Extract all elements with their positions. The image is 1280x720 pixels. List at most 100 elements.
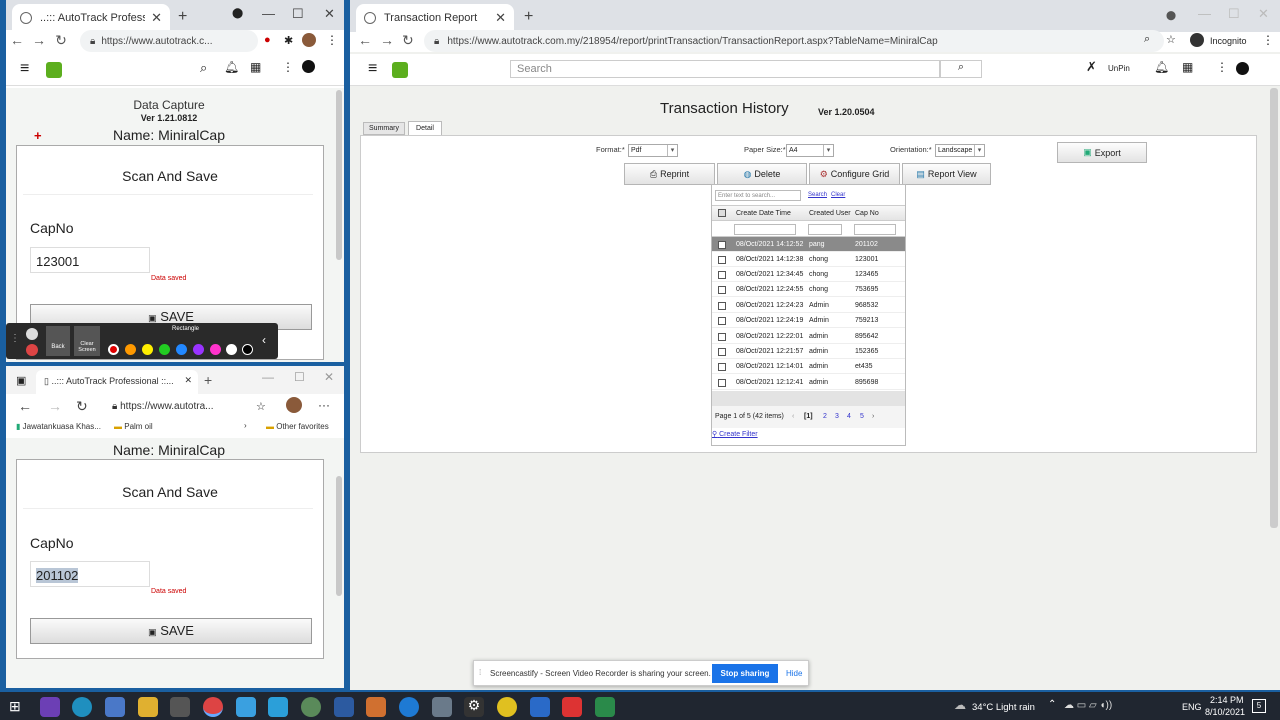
more-icon[interactable]: ···: [318, 398, 330, 412]
app-icon[interactable]: [301, 697, 321, 717]
favorite-icon[interactable]: ☆: [256, 400, 266, 413]
grid-clear-link[interactable]: Clear: [831, 192, 845, 198]
puzzle-icon[interactable]: ✱: [284, 34, 293, 47]
color-pink[interactable]: [210, 344, 221, 355]
pager-prev[interactable]: ‹: [792, 406, 794, 428]
browser-tab[interactable]: Transaction Report ✕: [356, 4, 514, 32]
hamburger-icon[interactable]: ≡: [368, 60, 377, 78]
chrome-icon[interactable]: [203, 697, 223, 717]
table-row[interactable]: 08/Oct/2021 12:22:01 admin 895642: [712, 329, 905, 344]
color-yellow[interactable]: [142, 344, 153, 355]
unpin-icon[interactable]: ✗: [1086, 59, 1097, 75]
favorite-icon[interactable]: ☆: [1166, 33, 1176, 46]
hide-button[interactable]: Hide: [786, 669, 802, 678]
close-window-button[interactable]: ✕: [324, 6, 335, 22]
notification-icon[interactable]: 5: [1252, 699, 1266, 713]
save-button[interactable]: ▣ SAVE: [30, 618, 312, 644]
tab-search-icon[interactable]: ⬤: [1166, 10, 1176, 21]
camera-icon[interactable]: [432, 697, 452, 717]
bookmark-jawatankuasa[interactable]: ▮ Jawatankuasa Khas...: [16, 422, 101, 431]
close-tab-icon[interactable]: ✕: [184, 375, 192, 386]
maximize-button[interactable]: ☐: [1228, 6, 1240, 22]
app-icon[interactable]: [595, 697, 615, 717]
reload-icon[interactable]: ↻: [50, 32, 72, 49]
stop-sharing-button[interactable]: Stop sharing: [712, 664, 778, 683]
new-tab-button[interactable]: +: [204, 372, 212, 388]
configure-grid-button[interactable]: ⚙ Configure Grid: [809, 163, 900, 185]
paper-size-select[interactable]: A4: [786, 144, 834, 157]
page-1[interactable]: [1]: [804, 406, 813, 428]
filter-date-input[interactable]: [734, 224, 796, 235]
page-4[interactable]: 4: [847, 406, 851, 428]
select-all-checkbox[interactable]: [718, 209, 726, 217]
weather-text[interactable]: 34°C Light rain: [972, 702, 1035, 713]
format-select[interactable]: Pdf: [628, 144, 678, 157]
minimize-button[interactable]: —: [262, 370, 274, 384]
scrollbar[interactable]: [336, 476, 342, 596]
user-icon[interactable]: [1236, 62, 1249, 75]
minimize-button[interactable]: —: [1198, 6, 1211, 21]
row-checkbox[interactable]: [718, 286, 726, 294]
color-green[interactable]: [159, 344, 170, 355]
url-field[interactable]: 🔒︎ https://www.autotrack.com.my/218954/re…: [424, 30, 1164, 52]
pager-next[interactable]: ›: [872, 406, 874, 428]
export-button[interactable]: ▣ Export: [1057, 142, 1147, 163]
maximize-button[interactable]: ☐: [294, 370, 305, 384]
color-red[interactable]: [108, 344, 119, 355]
table-row[interactable]: 08/Oct/2021 12:24:23 Admin 968532: [712, 298, 905, 313]
page-2[interactable]: 2: [823, 406, 827, 428]
grid-search-input[interactable]: Enter text to search...: [715, 190, 801, 201]
file-explorer-icon[interactable]: [138, 697, 158, 717]
app-icon[interactable]: [366, 697, 386, 717]
row-checkbox[interactable]: [718, 348, 726, 356]
row-checkbox[interactable]: [718, 363, 726, 371]
capno-input[interactable]: 123001: [30, 247, 150, 273]
tab-search-icon[interactable]: ⬤: [232, 8, 243, 19]
reload-icon[interactable]: ↻: [76, 398, 88, 415]
app-icon[interactable]: [105, 697, 125, 717]
reprint-button[interactable]: ⎙ Reprint: [624, 163, 715, 185]
tab-summary[interactable]: Summary: [363, 122, 405, 135]
browser-tab[interactable]: ▯ ..::: AutoTrack Professional ::... ✕: [36, 370, 198, 394]
pause-icon[interactable]: [26, 328, 38, 340]
stop-icon[interactable]: [26, 344, 38, 356]
close-window-button[interactable]: ✕: [324, 370, 334, 384]
url-field[interactable]: 🔒︎ https://www.autotra...: [108, 396, 276, 418]
color-orange[interactable]: [125, 344, 136, 355]
color-purple[interactable]: [193, 344, 204, 355]
row-checkbox[interactable]: [718, 271, 726, 279]
search-input[interactable]: Search: [510, 60, 940, 78]
color-blue[interactable]: [176, 344, 187, 355]
maximize-button[interactable]: ☐: [292, 6, 304, 22]
row-checkbox[interactable]: [718, 379, 726, 387]
tray-icons[interactable]: ☁ ▭ ▱ ◖)): [1064, 700, 1112, 711]
tab-actions-icon[interactable]: ▣: [16, 374, 26, 387]
edge-icon[interactable]: [72, 697, 92, 717]
row-checkbox[interactable]: [718, 333, 726, 341]
back-icon[interactable]: ←: [6, 32, 28, 48]
row-checkbox[interactable]: [718, 241, 726, 249]
app-icon[interactable]: [268, 697, 288, 717]
close-tab-icon[interactable]: ✕: [495, 10, 506, 26]
menu-icon[interactable]: ⋮: [1262, 33, 1274, 47]
table-row[interactable]: 08/Oct/2021 12:14:01 admin et435: [712, 359, 905, 374]
user-icon[interactable]: [302, 60, 315, 73]
drag-handle-icon[interactable]: ⋮: [10, 333, 20, 344]
avatar[interactable]: [286, 397, 302, 413]
app-icon[interactable]: [170, 697, 190, 717]
hamburger-icon[interactable]: ≡: [20, 60, 29, 78]
table-row[interactable]: 08/Oct/2021 12:24:19 Admin 759213: [712, 313, 905, 328]
page-5[interactable]: 5: [860, 406, 864, 428]
row-checkbox[interactable]: [718, 256, 726, 264]
bookmark-palm-oil[interactable]: ▬ Palm oil: [114, 422, 153, 431]
table-row[interactable]: 08/Oct/2021 14:12:38 chong 123001: [712, 252, 905, 267]
forward-icon[interactable]: →: [28, 32, 50, 48]
url-field[interactable]: 🔒︎ https://www.autotrack.c...: [80, 30, 258, 52]
unpin-label[interactable]: UnPin: [1108, 64, 1130, 73]
orientation-select[interactable]: Landscape: [935, 144, 985, 157]
extensions-icon[interactable]: ●: [264, 34, 271, 46]
avatar[interactable]: [302, 33, 316, 47]
drag-handle-icon[interactable]: ⁞: [479, 668, 481, 677]
search-icon[interactable]: ⌕: [200, 60, 207, 76]
app-icon[interactable]: [334, 697, 354, 717]
